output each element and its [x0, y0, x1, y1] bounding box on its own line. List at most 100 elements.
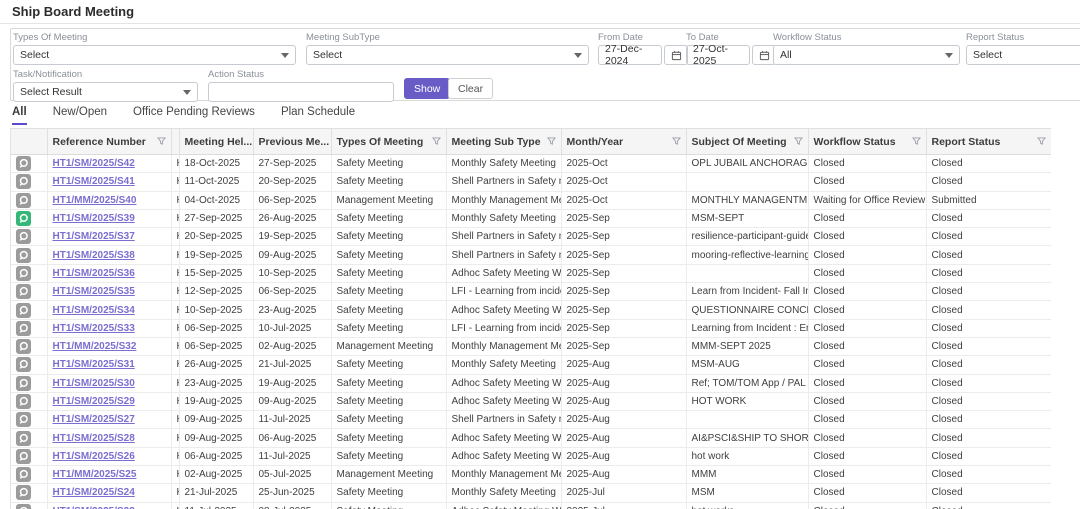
reference-link[interactable]: HT1/SM/2025/S24: [53, 487, 135, 498]
cell-workflow: Closed: [808, 411, 926, 429]
column-label: Meeting Sub Type: [452, 136, 541, 148]
filter-icon[interactable]: [547, 137, 556, 146]
cell-reference-number: HT1/SM/2025/S31: [47, 356, 171, 374]
row-preview-button preview-icon[interactable]: [16, 449, 31, 464]
cell-type: Safety Meeting: [331, 264, 446, 282]
reference-link[interactable]: HT1/MM/2025/S40: [53, 195, 137, 206]
filter-icon[interactable]: [672, 137, 681, 146]
column-header-type[interactable]: Types Of Meeting: [331, 129, 446, 155]
clear-button[interactable]: Clear: [448, 78, 493, 99]
reference-link[interactable]: HT1/SM/2025/S38: [53, 250, 135, 261]
reference-link[interactable]: HT1/SM/2025/S34: [53, 305, 135, 316]
row-preview-button preview-icon[interactable]: [16, 266, 31, 281]
tab-new-open[interactable]: New/Open: [53, 106, 107, 125]
row-preview-button preview-icon[interactable]: [16, 357, 31, 372]
row-preview-button preview-icon[interactable]: [16, 467, 31, 482]
reference-link[interactable]: HT1/SM/2025/S36: [53, 268, 135, 279]
reference-link[interactable]: HT1/MM/2025/S32: [53, 341, 137, 352]
column-header-ref[interactable]: Reference Number: [47, 129, 171, 155]
reference-link[interactable]: HT1/SM/2025/S28: [53, 433, 135, 444]
filter-icon[interactable]: [912, 137, 921, 146]
reference-link[interactable]: HT1/SM/2025/S37: [53, 231, 135, 242]
cell-workflow: Closed: [808, 447, 926, 465]
reference-link[interactable]: HT1/MM/2025/S25: [53, 469, 137, 480]
cell-subtype: Shell Partners in Safety meet...: [446, 411, 561, 429]
cell-workflow: Closed: [808, 356, 926, 374]
tab-all[interactable]: All: [12, 106, 27, 125]
from-date-input[interactable]: 27-Dec-2024: [598, 45, 662, 65]
report-status-select[interactable]: Select: [966, 45, 1080, 65]
cell-icon: [11, 447, 47, 465]
cell-report: Closed: [926, 502, 1051, 509]
action-status-input[interactable]: [208, 82, 394, 102]
filter-icon[interactable]: [157, 137, 166, 146]
column-label: Meeting Hel...: [185, 136, 253, 148]
row-preview-button preview-icon[interactable]: [16, 431, 31, 446]
reference-link[interactable]: HT1/SM/2025/S30: [53, 378, 135, 389]
cell-subject: hot work: [686, 447, 808, 465]
column-header-workflow[interactable]: Workflow Status: [808, 129, 926, 155]
row-preview-button preview-icon[interactable]: [16, 394, 31, 409]
column-header-previous[interactable]: Previous Me...: [253, 129, 331, 155]
row-preview-button preview-icon[interactable]: [16, 284, 31, 299]
reference-link[interactable]: HT1/SM/2025/S26: [53, 451, 135, 462]
cell-held: 23-Aug-2025: [179, 374, 253, 392]
show-button[interactable]: Show: [404, 78, 450, 99]
cell-held: 09-Aug-2025: [179, 429, 253, 447]
filter-icon[interactable]: [794, 137, 803, 146]
row-preview-button preview-icon[interactable]: [16, 211, 31, 226]
cell-icon: [11, 484, 47, 502]
filter-icon[interactable]: [1037, 137, 1046, 146]
workflow-status-select[interactable]: All: [773, 45, 960, 65]
cell-held: 18-Oct-2025: [179, 155, 253, 173]
cell-previous: 11-Jul-2025: [253, 411, 331, 429]
column-header-held[interactable]: Meeting Hel...: [179, 129, 253, 155]
column-header-subtype[interactable]: Meeting Sub Type: [446, 129, 561, 155]
row-preview-button preview-icon[interactable]: [16, 321, 31, 336]
table-row: HT1/SM/2025/S35H12-Sep-202506-Sep-2025Sa…: [11, 283, 1051, 301]
reference-link[interactable]: HT1/SM/2025/S42: [53, 158, 135, 169]
cell-subject: MSM: [686, 484, 808, 502]
cell-month: 2025-Aug: [561, 429, 686, 447]
row-preview-button preview-icon[interactable]: [16, 485, 31, 500]
meeting-subtype-select[interactable]: Select: [306, 45, 589, 65]
row-preview-button preview-icon[interactable]: [16, 303, 31, 318]
row-preview-button preview-icon[interactable]: [16, 504, 31, 509]
reference-link[interactable]: HT1/SM/2025/S31: [53, 359, 135, 370]
row-preview-button preview-icon[interactable]: [16, 193, 31, 208]
task-notification-select[interactable]: Select Result: [13, 82, 198, 102]
from-date-calendar-button[interactable]: [664, 45, 688, 65]
column-header-subject[interactable]: Subject Of Meeting: [686, 129, 808, 155]
column-header-month[interactable]: Month/Year: [561, 129, 686, 155]
tab-office-pending-reviews[interactable]: Office Pending Reviews: [133, 106, 255, 125]
meeting-subtype-filter: Meeting SubType Select: [306, 32, 589, 65]
reference-link[interactable]: HT1/SM/2025/S33: [53, 323, 135, 334]
to-date-input[interactable]: 27-Oct-2025: [686, 45, 750, 65]
cell-workflow: Closed: [808, 228, 926, 246]
types-of-meeting-select[interactable]: Select: [13, 45, 296, 65]
cell-subject: MMM: [686, 466, 808, 484]
cell-report: Closed: [926, 209, 1051, 227]
row-preview-button preview-icon[interactable]: [16, 412, 31, 427]
reference-link[interactable]: HT1/SM/2025/S29: [53, 396, 135, 407]
chevron-down-icon: [183, 90, 191, 95]
row-preview-button preview-icon[interactable]: [16, 156, 31, 171]
row-preview-button preview-icon[interactable]: [16, 339, 31, 354]
filter-icon[interactable]: [432, 137, 441, 146]
reference-link[interactable]: HT1/SM/2025/S41: [53, 176, 135, 187]
reference-link[interactable]: HT1/SM/2025/S35: [53, 286, 135, 297]
reference-link[interactable]: HT1/SM/2025/S27: [53, 414, 135, 425]
reference-link[interactable]: HT1/SM/2025/S39: [53, 213, 135, 224]
cell-previous: 21-Jul-2025: [253, 356, 331, 374]
cell-subtype: Monthly Safety Meeting: [446, 155, 561, 173]
workflow-status-value: All: [780, 49, 792, 61]
cell-reference-number: HT1/SM/2025/S29: [47, 392, 171, 410]
cell-subject: MSM-SEPT: [686, 209, 808, 227]
row-preview-button preview-icon[interactable]: [16, 229, 31, 244]
row-preview-button preview-icon[interactable]: [16, 376, 31, 391]
table-row: HT1/MM/2025/S40H04-Oct-202506-Sep-2025Ma…: [11, 191, 1051, 209]
row-preview-button preview-icon[interactable]: [16, 174, 31, 189]
tab-plan-schedule[interactable]: Plan Schedule: [281, 106, 355, 125]
column-header-report[interactable]: Report Status: [926, 129, 1051, 155]
row-preview-button preview-icon[interactable]: [16, 248, 31, 263]
